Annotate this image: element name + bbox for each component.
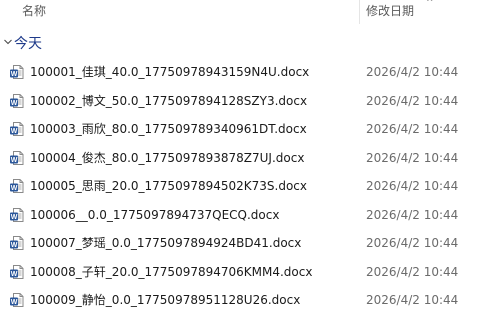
group-label: 今天 <box>14 36 42 52</box>
file-modified-date: 2026/4/2 10:44 <box>366 265 459 279</box>
file-modified-date: 2026/4/2 10:44 <box>366 208 459 222</box>
word-document-icon: W <box>10 208 24 222</box>
chevron-down-icon[interactable] <box>3 37 13 47</box>
file-name: 100008_子轩_20.0_1775097894706KMM4.docx <box>30 265 313 279</box>
file-name: 100006__0.0_1775097894737QECQ.docx <box>30 208 280 222</box>
file-modified-date: 2026/4/2 10:44 <box>366 94 459 108</box>
file-row[interactable]: W 100009_静怡_0.0_17750978951128U26.docx 202… <box>0 286 500 314</box>
word-document-icon: W <box>10 236 24 250</box>
sort-ascending-icon: ^ <box>426 0 434 8</box>
file-name: 100009_静怡_0.0_17750978951128U26.docx <box>30 293 301 307</box>
file-modified-date: 2026/4/2 10:44 <box>366 65 459 79</box>
file-row[interactable]: W 100001_佳琪_40.0_17750978943159N4U.docx 20… <box>0 58 500 86</box>
svg-text:W: W <box>11 71 18 78</box>
file-name: 100004_俊杰_80.0_1775097893878Z7UJ.docx <box>30 151 305 165</box>
word-document-icon: W <box>10 65 24 79</box>
word-document-icon: W <box>10 122 24 136</box>
file-modified-date: 2026/4/2 10:44 <box>366 151 459 165</box>
file-name: 100001_佳琪_40.0_17750978943159N4U.docx <box>30 65 310 79</box>
svg-text:W: W <box>11 214 18 221</box>
file-modified-date: 2026/4/2 10:44 <box>366 293 459 307</box>
file-row[interactable]: W 100002_博文_50.0_1775097894128SZY3.docx 20… <box>0 87 500 115</box>
svg-text:W: W <box>11 242 18 249</box>
file-modified-date: 2026/4/2 10:44 <box>366 122 459 136</box>
file-name: 100002_博文_50.0_1775097894128SZY3.docx <box>30 94 308 108</box>
svg-text:W: W <box>11 299 18 306</box>
file-name: 100005_思雨_20.0_1775097894502K73S.docx <box>30 179 308 193</box>
file-row[interactable]: W 100003_雨欣_80.0_177509789340961DT.docx 20… <box>0 115 500 143</box>
file-name: 100007_梦瑶_0.0_1775097894924BD41.docx <box>30 236 302 250</box>
column-header-modified-label: 修改日期 <box>366 4 415 18</box>
svg-text:W: W <box>11 100 18 107</box>
word-document-icon: W <box>10 179 24 193</box>
file-row[interactable]: W 100006__0.0_1775097894737QECQ.docx 2026/… <box>0 201 500 229</box>
column-header-name-label: 名称 <box>22 4 47 18</box>
word-document-icon: W <box>10 94 24 108</box>
column-header-bar: 名称 修改日期 ^ <box>0 0 500 24</box>
file-row[interactable]: W 100004_俊杰_80.0_1775097893878Z7UJ.docx 20… <box>0 144 500 172</box>
file-explorer-window: 名称 修改日期 ^ 今天 W 100001_佳琪_40.0_17750978943… <box>0 0 500 325</box>
word-document-icon: W <box>10 151 24 165</box>
file-row[interactable]: W 100005_思雨_20.0_1775097894502K73S.docx 20… <box>0 172 500 200</box>
file-row[interactable]: W 100007_梦瑶_0.0_1775097894924BD41.docx 202… <box>0 229 500 257</box>
svg-text:W: W <box>11 128 18 135</box>
file-name: 100003_雨欣_80.0_177509789340961DT.docx <box>30 122 307 136</box>
svg-text:W: W <box>11 157 18 164</box>
word-document-icon: W <box>10 293 24 307</box>
file-modified-date: 2026/4/2 10:44 <box>366 179 459 193</box>
group-header-today[interactable]: 今天 <box>0 32 500 56</box>
file-row[interactable]: W 100008_子轩_20.0_1775097894706KMM4.docx 20… <box>0 258 500 286</box>
file-modified-date: 2026/4/2 10:44 <box>366 236 459 250</box>
svg-text:W: W <box>11 185 18 192</box>
svg-text:W: W <box>11 271 18 278</box>
word-document-icon: W <box>10 265 24 279</box>
column-header-name[interactable]: 名称 <box>0 0 359 24</box>
